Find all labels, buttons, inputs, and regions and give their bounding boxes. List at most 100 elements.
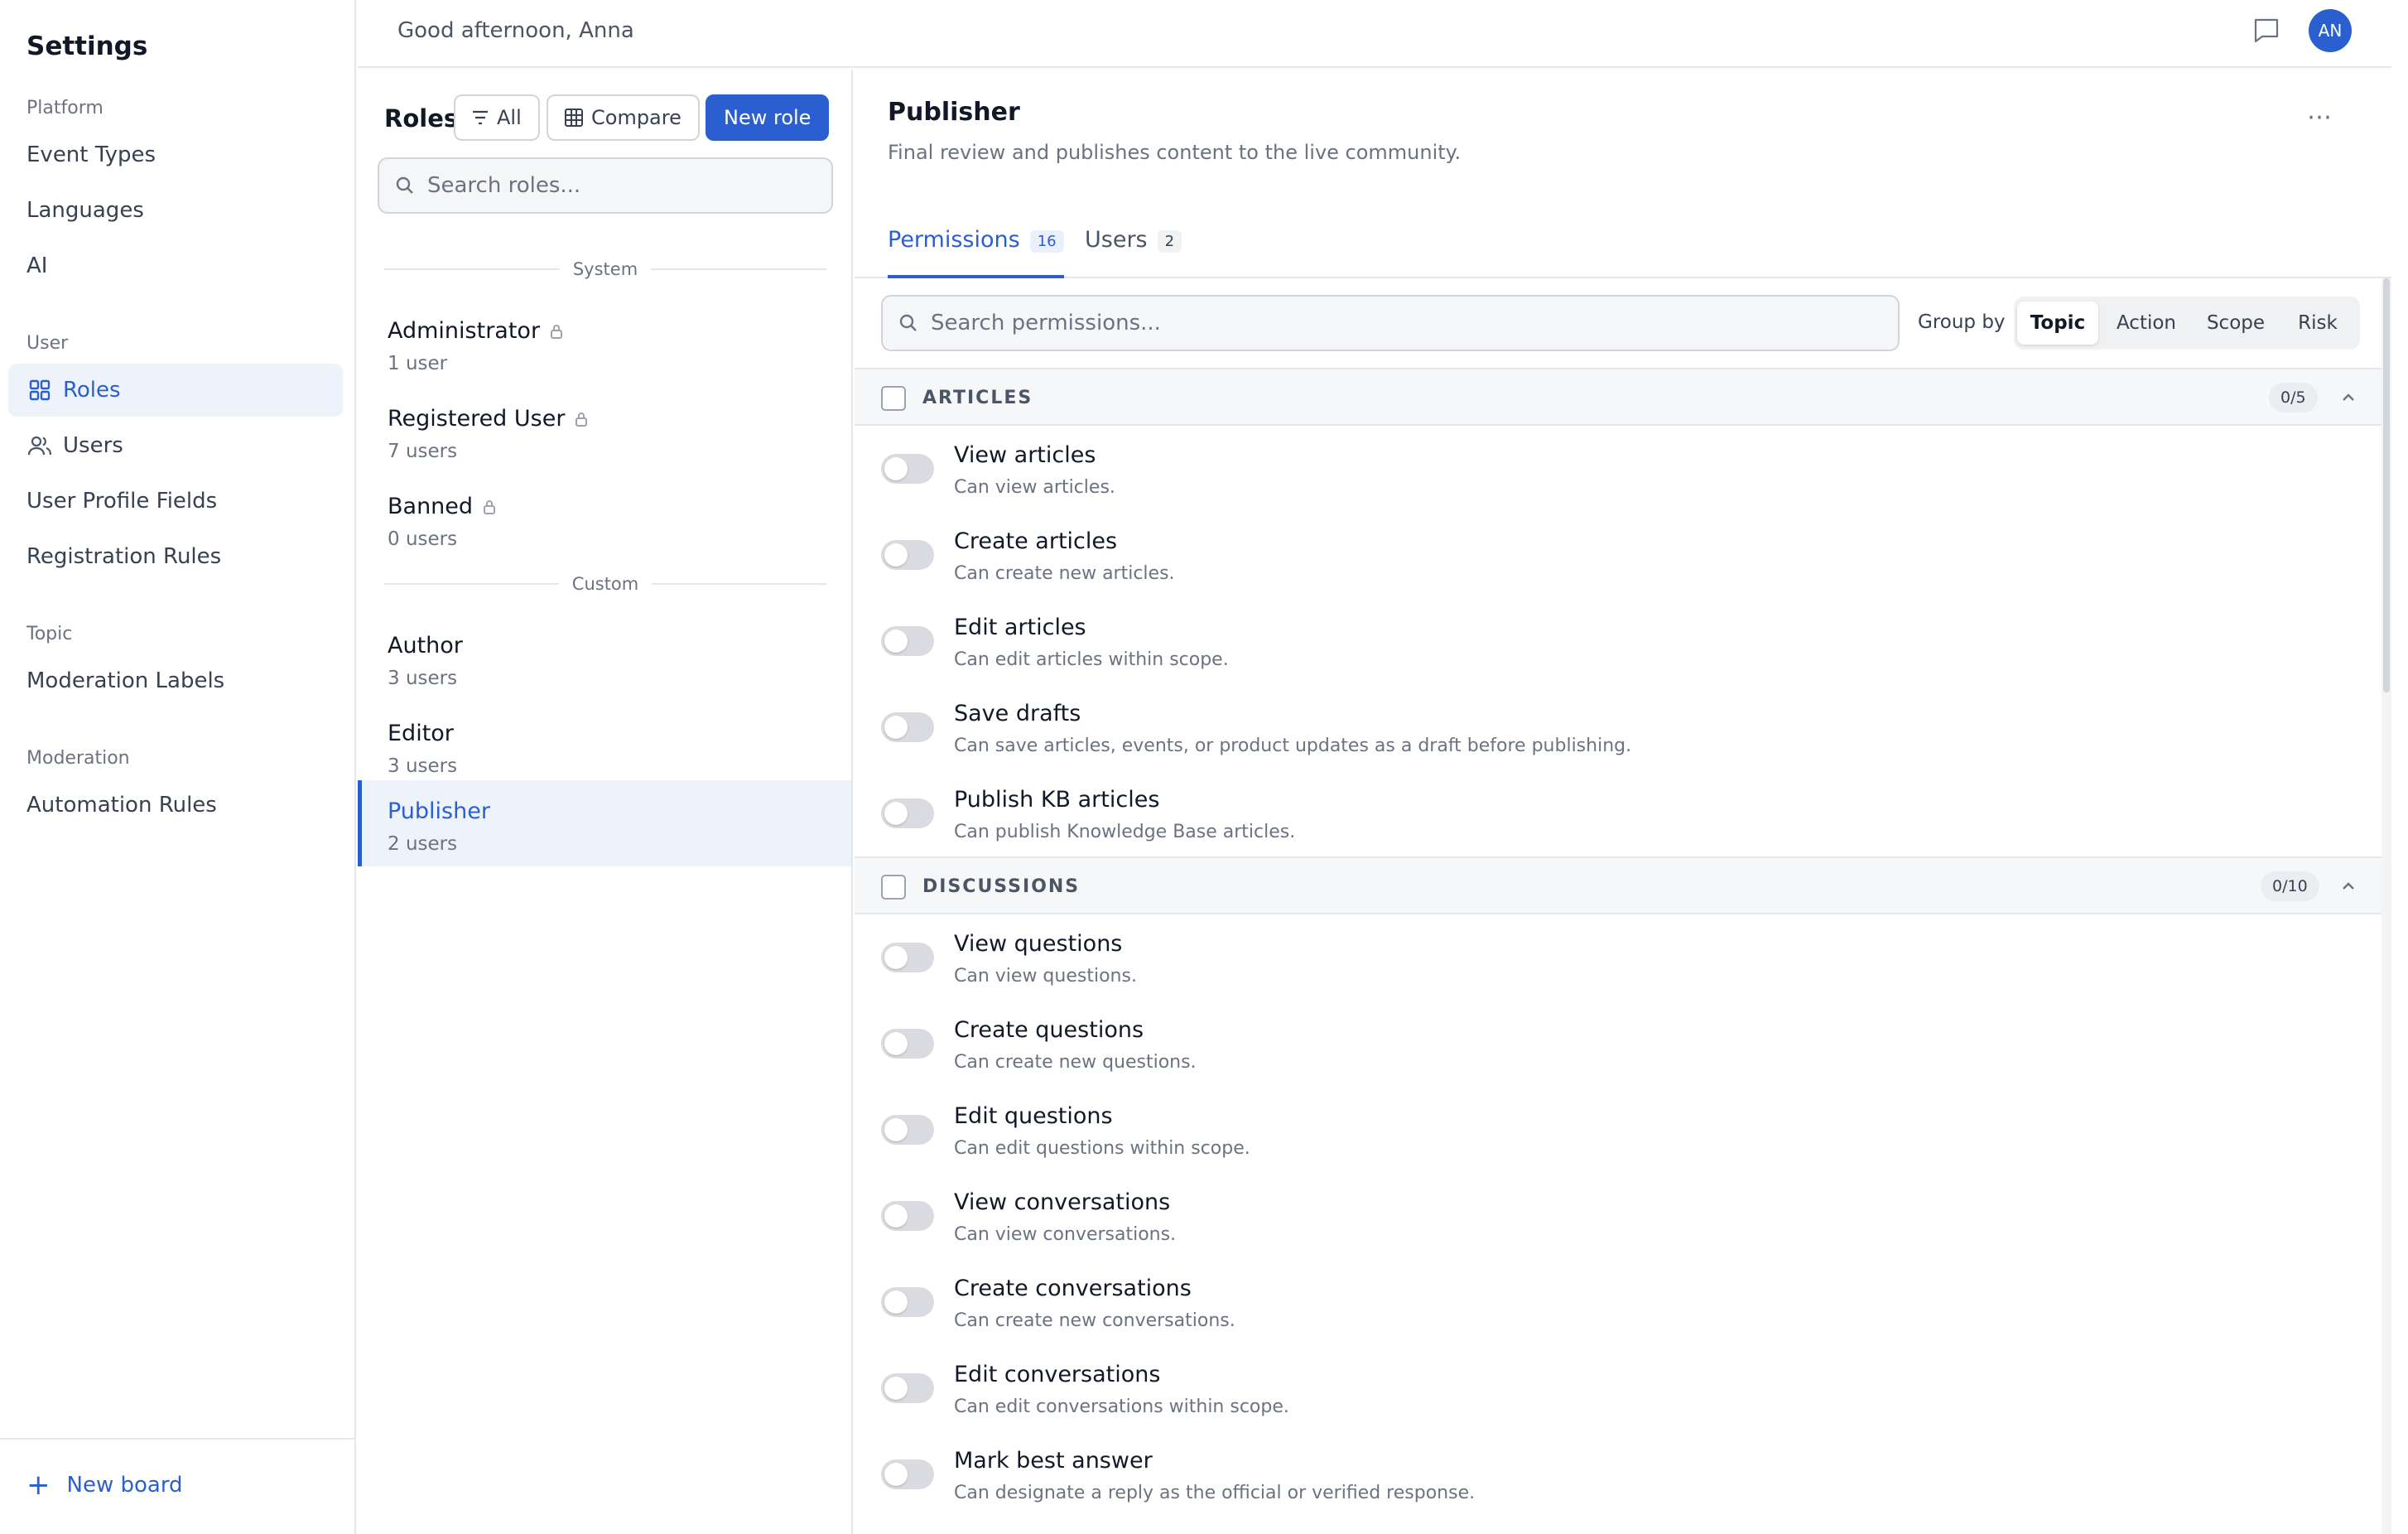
permission-toggle[interactable] bbox=[881, 1201, 934, 1231]
group-by-scope[interactable]: Scope bbox=[2193, 301, 2279, 345]
permission-toggle[interactable] bbox=[881, 712, 934, 742]
permission-name: Edit conversations bbox=[954, 1362, 1161, 1387]
sidebar-item-languages[interactable]: Languages bbox=[8, 184, 343, 237]
permission-name: Create articles bbox=[954, 528, 1118, 554]
new-board-label: New board bbox=[66, 1473, 183, 1498]
group-by-topic[interactable]: Topic bbox=[2017, 301, 2098, 345]
table-icon bbox=[565, 109, 583, 127]
role-group-system: System bbox=[384, 257, 826, 282]
chat-icon[interactable] bbox=[2252, 17, 2284, 46]
permission-name: Edit questions bbox=[954, 1103, 1113, 1129]
permission-description: Can save articles, events, or product up… bbox=[954, 736, 1632, 756]
filter-all-label: All bbox=[497, 106, 522, 129]
tab-permissions[interactable]: Permissions 16 bbox=[888, 224, 1064, 278]
sidebar-item-label: Registration Rules bbox=[26, 544, 222, 569]
permission-group-articles[interactable]: ARTICLES 0/5 bbox=[855, 368, 2382, 426]
role-user-count: 2 users bbox=[388, 833, 458, 855]
role-user-count: 7 users bbox=[388, 441, 458, 462]
permission-description: Can view articles. bbox=[954, 477, 1115, 498]
sidebar-item-ai[interactable]: AI bbox=[8, 239, 343, 292]
sidebar-title: Settings bbox=[26, 31, 148, 61]
greeting-text: Good afternoon, Anna bbox=[397, 18, 634, 43]
role-item-banned[interactable]: Banned 0 users bbox=[358, 475, 851, 562]
role-description: Final review and publishes content to th… bbox=[888, 141, 1462, 164]
permission-toggle[interactable] bbox=[881, 1459, 934, 1489]
lock-icon bbox=[483, 499, 496, 515]
permission-toggle[interactable] bbox=[881, 540, 934, 570]
group-name: DISCUSSIONS bbox=[922, 876, 1081, 897]
group-by-segmented-control: Topic Action Scope Risk bbox=[2014, 297, 2360, 350]
sidebar-item-label: AI bbox=[26, 253, 48, 278]
sidebar-item-label: Roles bbox=[63, 378, 121, 403]
role-item-publisher[interactable]: Publisher 2 users bbox=[358, 780, 851, 866]
roles-search-placeholder: Search roles... bbox=[427, 173, 581, 198]
sidebar-item-registration-rules[interactable]: Registration Rules bbox=[8, 530, 343, 583]
role-name: Registered User bbox=[388, 406, 588, 432]
permission-description: Can edit conversations within scope. bbox=[954, 1397, 1289, 1417]
roles-search-input[interactable]: Search roles... bbox=[378, 157, 833, 214]
group-name: ARTICLES bbox=[922, 388, 1033, 408]
group-select-checkbox[interactable] bbox=[881, 875, 906, 900]
permission-row: Create conversations Can create new conv… bbox=[855, 1259, 2382, 1345]
tab-users[interactable]: Users 2 bbox=[1085, 224, 1182, 278]
permission-toggle[interactable] bbox=[881, 626, 934, 656]
permission-name: Publish KB articles bbox=[954, 787, 1160, 813]
permissions-search-input[interactable]: Search permissions... bbox=[881, 295, 1900, 351]
permission-toggle[interactable] bbox=[881, 1373, 934, 1403]
top-bar: Good afternoon, Anna AN bbox=[358, 0, 2391, 68]
permissions-scrollbar[interactable] bbox=[2382, 278, 2391, 1534]
tab-count-badge: 16 bbox=[1029, 230, 1064, 253]
permission-row: Edit articles Can edit articles within s… bbox=[855, 598, 2382, 684]
more-options-icon[interactable]: ⋯ bbox=[2307, 103, 2333, 132]
permission-toggle[interactable] bbox=[881, 1287, 934, 1317]
sidebar-item-label: User Profile Fields bbox=[26, 489, 218, 514]
compare-button[interactable]: Compare bbox=[547, 94, 700, 141]
sidebar-item-label: Moderation Labels bbox=[26, 668, 225, 693]
role-group-label: Custom bbox=[571, 574, 639, 594]
new-board-button[interactable]: + New board bbox=[26, 1471, 183, 1499]
role-item-editor[interactable]: Editor 3 users bbox=[358, 702, 851, 789]
group-select-checkbox[interactable] bbox=[881, 386, 906, 411]
permission-description: Can view questions. bbox=[954, 966, 1137, 986]
role-group-custom: Custom bbox=[384, 572, 826, 596]
role-item-administrator[interactable]: Administrator 1 user bbox=[358, 300, 851, 386]
avatar[interactable]: AN bbox=[2309, 9, 2352, 52]
section-label-topic: Topic bbox=[26, 624, 73, 644]
permission-toggle[interactable] bbox=[881, 1115, 934, 1145]
filter-all-button[interactable]: All bbox=[454, 94, 540, 141]
role-user-count: 0 users bbox=[388, 528, 458, 550]
permission-toggle[interactable] bbox=[881, 1029, 934, 1059]
role-item-author[interactable]: Author 3 users bbox=[358, 615, 851, 701]
sidebar-item-roles[interactable]: Roles bbox=[8, 364, 343, 417]
permission-row: View conversations Can view conversation… bbox=[855, 1173, 2382, 1259]
permission-toggle[interactable] bbox=[881, 798, 934, 828]
chevron-up-icon[interactable] bbox=[2338, 876, 2358, 896]
group-by-action[interactable]: Action bbox=[2102, 301, 2191, 345]
permission-name: Edit articles bbox=[954, 615, 1086, 640]
role-item-registered-user[interactable]: Registered User 7 users bbox=[358, 388, 851, 474]
permission-name: Mark best answer bbox=[954, 1448, 1153, 1474]
permission-group-discussions[interactable]: DISCUSSIONS 0/10 bbox=[855, 856, 2382, 914]
permission-toggle[interactable] bbox=[881, 943, 934, 972]
sidebar-item-user-profile-fields[interactable]: User Profile Fields bbox=[8, 475, 343, 528]
new-role-button[interactable]: New role bbox=[706, 94, 830, 141]
lock-icon bbox=[550, 323, 563, 340]
group-by-risk[interactable]: Risk bbox=[2280, 301, 2355, 345]
role-name-text: Registered User bbox=[388, 406, 566, 432]
sidebar-item-automation-rules[interactable]: Automation Rules bbox=[8, 779, 343, 832]
permission-row: View questions Can view questions. bbox=[855, 914, 2382, 1001]
permission-name: Save drafts bbox=[954, 701, 1081, 726]
sidebar-item-users[interactable]: Users bbox=[8, 419, 343, 472]
section-label-user: User bbox=[26, 333, 69, 354]
permission-description: Can edit articles within scope. bbox=[954, 649, 1229, 670]
permission-row: Create articles Can create new articles. bbox=[855, 512, 2382, 598]
scrollbar-thumb[interactable] bbox=[2383, 278, 2390, 692]
plus-icon: + bbox=[26, 1469, 51, 1502]
permission-toggle[interactable] bbox=[881, 454, 934, 484]
settings-sidebar: Settings Platform Event Types Languages … bbox=[0, 0, 356, 1534]
sidebar-item-event-types[interactable]: Event Types bbox=[8, 128, 343, 181]
chevron-up-icon[interactable] bbox=[2338, 388, 2358, 408]
permission-name: View conversations bbox=[954, 1189, 1171, 1215]
permission-row: Publish KB articles Can publish Knowledg… bbox=[855, 770, 2382, 856]
sidebar-item-moderation-labels[interactable]: Moderation Labels bbox=[8, 654, 343, 707]
